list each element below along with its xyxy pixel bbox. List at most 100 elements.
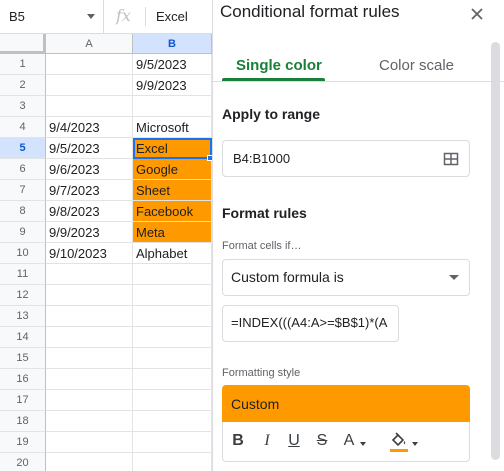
row-header[interactable]: 16: [0, 369, 46, 390]
cell-a[interactable]: 9/9/2023: [46, 222, 133, 243]
select-all-corner[interactable]: [0, 34, 46, 54]
row-header[interactable]: 12: [0, 285, 46, 306]
row-header[interactable]: 14: [0, 327, 46, 348]
cell-b[interactable]: Facebook: [133, 201, 212, 222]
spreadsheet: B5 fx Excel A B 1 9/5/2023 2 9/9/2023 3 4 9/4/…: [0, 0, 212, 471]
conditional-format-panel: Conditional format rules Single color Co…: [212, 0, 504, 471]
cell-a[interactable]: [46, 96, 133, 117]
name-box[interactable]: B5: [0, 0, 104, 33]
apply-to-range-label: Apply to range: [222, 106, 321, 122]
formula-field[interactable]: =INDEX(((A4:A>=$B$1)*(A: [222, 305, 399, 342]
table-row: 5 9/5/2023 Excel: [0, 138, 212, 159]
cell-b[interactable]: [133, 411, 212, 432]
cell-b[interactable]: [133, 96, 212, 117]
table-row: 8 9/8/2023 Facebook: [0, 201, 212, 222]
cell-a[interactable]: 9/8/2023: [46, 201, 133, 222]
row-header[interactable]: 10: [0, 243, 46, 264]
fill-color-icon[interactable]: [389, 430, 409, 454]
active-cell-b[interactable]: Excel: [133, 138, 212, 159]
cell-a[interactable]: 9/5/2023: [46, 138, 133, 159]
cell-b[interactable]: [133, 327, 212, 348]
range-value: B4:B1000: [233, 151, 291, 166]
cell-a[interactable]: 9/6/2023: [46, 159, 133, 180]
panel-scrollbar-thumb[interactable]: [491, 42, 500, 460]
cell-b[interactable]: Microsoft: [133, 117, 212, 138]
cell-b[interactable]: Google: [133, 159, 212, 180]
grid-select-icon[interactable]: [443, 151, 459, 167]
row-header[interactable]: 9: [0, 222, 46, 243]
cell-b[interactable]: Sheet: [133, 180, 212, 201]
dropdown-arrow-icon: [449, 275, 459, 280]
table-row: 1 9/5/2023: [0, 54, 212, 75]
cell-a[interactable]: 9/7/2023: [46, 180, 133, 201]
cell-a[interactable]: [46, 306, 133, 327]
text-color-caret-icon[interactable]: [360, 442, 366, 446]
cell-a[interactable]: [46, 285, 133, 306]
cell-a[interactable]: [46, 264, 133, 285]
condition-dropdown[interactable]: Custom formula is: [222, 259, 470, 296]
table-row: 4 9/4/2023 Microsoft: [0, 117, 212, 138]
row-header[interactable]: 5: [0, 138, 46, 159]
cell-a[interactable]: [46, 54, 133, 75]
cell-a[interactable]: [46, 390, 133, 411]
row-header[interactable]: 7: [0, 180, 46, 201]
cell-b[interactable]: [133, 264, 212, 285]
cell-a[interactable]: [46, 75, 133, 96]
cell-b[interactable]: [133, 432, 212, 453]
italic-button[interactable]: I: [260, 430, 274, 452]
fill-color-caret-icon[interactable]: [412, 442, 418, 446]
row-header[interactable]: 19: [0, 432, 46, 453]
cell-a[interactable]: [46, 369, 133, 390]
range-input[interactable]: B4:B1000: [222, 140, 470, 177]
row-header[interactable]: 11: [0, 264, 46, 285]
row-header[interactable]: 8: [0, 201, 46, 222]
row-header[interactable]: 18: [0, 411, 46, 432]
row-header[interactable]: 15: [0, 348, 46, 369]
cell-a[interactable]: [46, 432, 133, 453]
row-header[interactable]: 1: [0, 54, 46, 75]
row-header[interactable]: 2: [0, 75, 46, 96]
strikethrough-button[interactable]: S: [315, 430, 329, 452]
tab-single-color[interactable]: Single color: [236, 57, 322, 74]
column-header-b[interactable]: B: [133, 34, 212, 54]
table-row: 19: [0, 432, 212, 453]
name-box-value: B5: [9, 9, 25, 24]
cell-b[interactable]: [133, 285, 212, 306]
cell-a[interactable]: [46, 411, 133, 432]
cell-b[interactable]: [133, 390, 212, 411]
chevron-down-icon[interactable]: [87, 14, 95, 19]
cell-b[interactable]: Alphabet: [133, 243, 212, 264]
cell-a[interactable]: [46, 348, 133, 369]
cell-b[interactable]: 9/9/2023: [133, 75, 212, 96]
table-row: 14: [0, 327, 212, 348]
cell-b[interactable]: [133, 306, 212, 327]
row-header[interactable]: 13: [0, 306, 46, 327]
cell-b[interactable]: 9/5/2023: [133, 54, 212, 75]
row-header[interactable]: 4: [0, 117, 46, 138]
tab-color-scale[interactable]: Color scale: [379, 57, 454, 74]
row-header[interactable]: 3: [0, 96, 46, 117]
cell-b[interactable]: [133, 453, 212, 471]
cell-b[interactable]: [133, 369, 212, 390]
underline-button[interactable]: U: [287, 430, 301, 452]
table-row: 18: [0, 411, 212, 432]
cell-a[interactable]: 9/4/2023: [46, 117, 133, 138]
cell-b[interactable]: Meta: [133, 222, 212, 243]
column-header-a[interactable]: A: [46, 34, 133, 54]
formula-input[interactable]: Excel: [156, 9, 188, 24]
table-row: 7 9/7/2023 Sheet: [0, 180, 212, 201]
cell-a[interactable]: [46, 453, 133, 471]
text-color-button[interactable]: A: [342, 430, 356, 452]
panel-title: Conditional format rules: [220, 2, 400, 21]
row-header[interactable]: 17: [0, 390, 46, 411]
row-header[interactable]: 20: [0, 453, 46, 471]
table-row: 2 9/9/2023: [0, 75, 212, 96]
cell-a[interactable]: [46, 327, 133, 348]
cell-a[interactable]: 9/10/2023: [46, 243, 133, 264]
close-icon[interactable]: [467, 4, 487, 24]
table-row: 13: [0, 306, 212, 327]
formatting-style-preview[interactable]: Custom: [222, 385, 470, 422]
bold-button[interactable]: B: [231, 430, 245, 452]
cell-b[interactable]: [133, 348, 212, 369]
row-header[interactable]: 6: [0, 159, 46, 180]
